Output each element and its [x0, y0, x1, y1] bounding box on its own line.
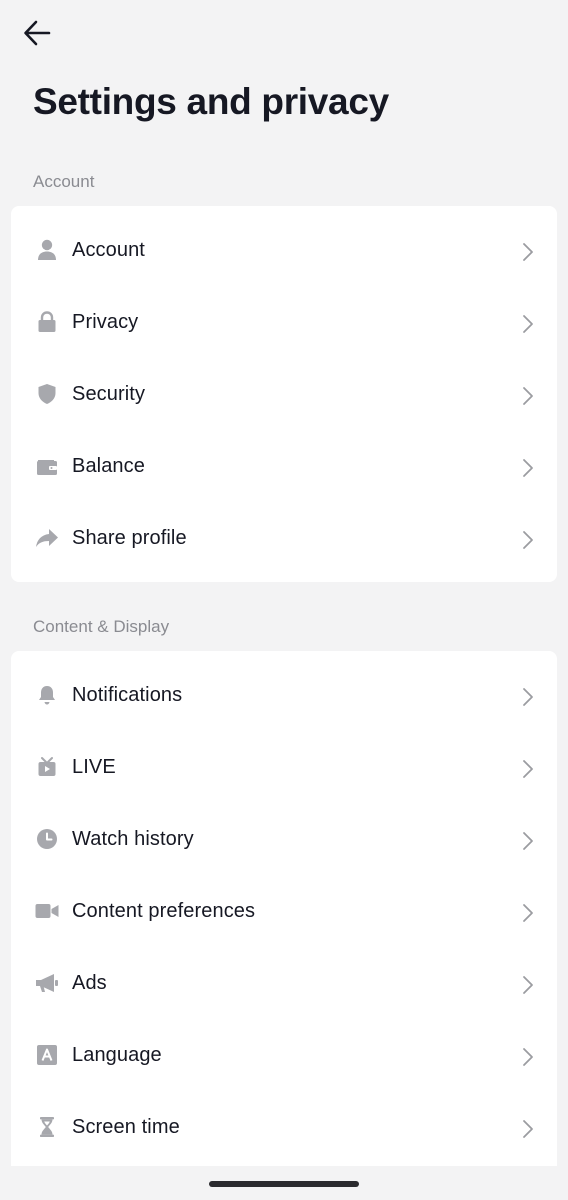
person-icon — [35, 238, 59, 262]
settings-item-label: Watch history — [72, 827, 194, 850]
settings-item-content-preferences[interactable]: Content preferences — [11, 875, 557, 947]
megaphone-icon — [35, 971, 59, 995]
section-label-content-display: Content & Display — [33, 617, 170, 636]
share-arrow-icon — [35, 526, 59, 550]
chevron-right-icon — [521, 975, 535, 995]
settings-item-label: LIVE — [72, 755, 116, 778]
video-camera-icon — [35, 899, 59, 923]
settings-item-label: Language — [72, 1043, 162, 1066]
bell-icon — [35, 683, 59, 707]
clock-icon — [35, 827, 59, 851]
settings-item-label: Content preferences — [72, 899, 256, 922]
content-display-settings-card: Notifications LIVE Watch history Content… — [11, 651, 557, 1191]
chevron-right-icon — [521, 530, 535, 550]
live-tv-icon — [35, 755, 59, 779]
arrow-left-icon — [23, 20, 51, 51]
settings-item-label: Screen time — [72, 1115, 180, 1138]
settings-item-label: Account — [72, 238, 145, 261]
settings-item-label: Notifications — [72, 683, 183, 706]
settings-item-label: Security — [72, 382, 146, 405]
chevron-right-icon — [521, 1047, 535, 1067]
settings-item-label: Share profile — [72, 526, 187, 549]
chevron-right-icon — [521, 1119, 535, 1139]
chevron-right-icon — [521, 242, 535, 262]
section-label-account: Account — [33, 172, 95, 191]
settings-item-live[interactable]: LIVE — [11, 731, 557, 803]
page-title: Settings and privacy — [33, 81, 389, 122]
shield-icon — [35, 382, 59, 406]
settings-item-ads[interactable]: Ads — [11, 947, 557, 1019]
chevron-right-icon — [521, 903, 535, 923]
language-a-icon — [35, 1043, 59, 1067]
settings-item-balance[interactable]: Balance — [11, 430, 557, 502]
settings-item-notifications[interactable]: Notifications — [11, 659, 557, 731]
lock-icon — [35, 310, 59, 334]
settings-item-screen-time[interactable]: Screen time — [11, 1091, 557, 1163]
settings-item-language[interactable]: Language — [11, 1019, 557, 1091]
back-button[interactable] — [14, 14, 60, 56]
settings-item-security[interactable]: Security — [11, 358, 557, 430]
settings-item-account[interactable]: Account — [11, 214, 557, 286]
chevron-right-icon — [521, 458, 535, 478]
settings-item-share-profile[interactable]: Share profile — [11, 502, 557, 574]
chevron-right-icon — [521, 314, 535, 334]
chevron-right-icon — [521, 386, 535, 406]
settings-item-label: Ads — [72, 971, 107, 994]
wallet-icon — [35, 454, 59, 478]
settings-item-privacy[interactable]: Privacy — [11, 286, 557, 358]
account-settings-card: Account Privacy Security Balance Share p… — [11, 206, 557, 582]
settings-item-label: Privacy — [72, 310, 139, 333]
settings-item-label: Balance — [72, 454, 145, 477]
hourglass-icon — [35, 1115, 59, 1139]
chevron-right-icon — [521, 759, 535, 779]
home-indicator[interactable] — [209, 1181, 359, 1187]
settings-item-watch-history[interactable]: Watch history — [11, 803, 557, 875]
chevron-right-icon — [521, 831, 535, 851]
chevron-right-icon — [521, 687, 535, 707]
